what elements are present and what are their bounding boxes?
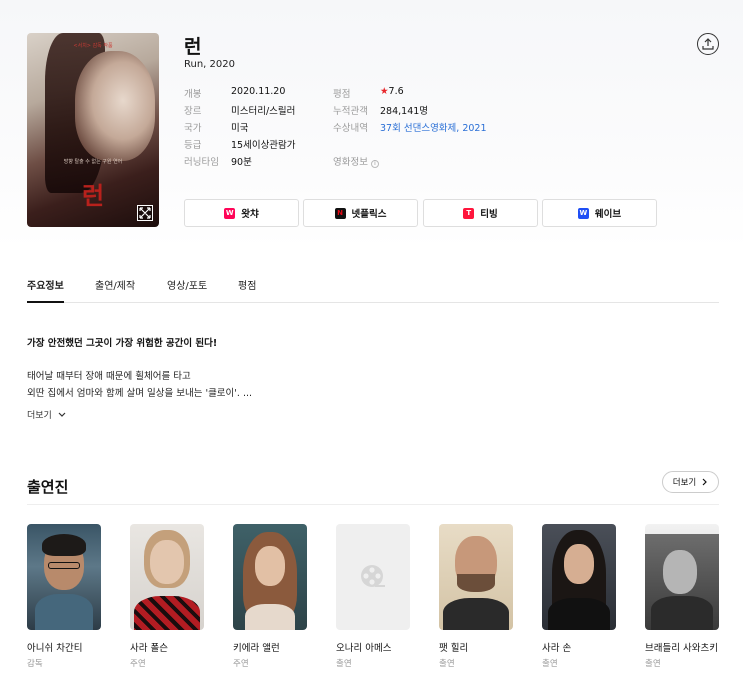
ott-label: 웨이브: [594, 209, 622, 220]
movie-info-label: 영화정보: [333, 157, 368, 168]
movie-subtitle: Run, 2020: [184, 59, 235, 70]
info-label-audience: 누적관객: [333, 106, 368, 117]
cast-name: 브래들리 사와츠키: [645, 643, 718, 654]
cast-photo: [542, 524, 616, 630]
cast-photo: [130, 524, 204, 630]
cast-photo: [233, 524, 307, 630]
cast-card[interactable]: 사라 손 출연: [542, 524, 616, 669]
tab-video-photo[interactable]: 영상/포토: [167, 277, 207, 303]
ott-button-tving[interactable]: T 티빙: [423, 199, 538, 227]
tab-main-info[interactable]: 주요정보: [27, 277, 64, 303]
chevron-right-icon: [702, 478, 708, 486]
cast-card[interactable]: 아니쉬 차간티 감독: [27, 524, 101, 669]
watcha-icon: W: [224, 207, 236, 219]
info-value-audience: 284,141명: [380, 106, 429, 117]
info-left: 개봉 2020.11.20 장르 미스터리/스릴러 국가 미국 등급 15세이상…: [184, 86, 324, 176]
poster-figure-face: [75, 51, 155, 161]
info-value-release: 2020.11.20: [231, 86, 286, 97]
cast-card[interactable]: 브래들리 사와츠키 출연: [645, 524, 719, 669]
info-value-awards-link[interactable]: 37회 선댄스영화제, 2021: [380, 120, 487, 134]
poster-line: 방향 탈출 수 없는 구원 연어: [63, 159, 123, 165]
cast-name: 키에라 앨런: [233, 643, 280, 654]
info-label-country: 국가: [184, 123, 202, 134]
cast-name: 오나리 아메스: [336, 643, 392, 654]
info-value-genre: 미스터리/스릴러: [231, 106, 296, 117]
info-label-genre: 장르: [184, 106, 202, 117]
synopsis-line: 외딴 집에서 엄마와 함께 살며 일상을 보내는 '클로이'. ...: [27, 388, 253, 399]
share-icon: [702, 38, 714, 50]
cast-photo: [439, 524, 513, 630]
cast-card[interactable]: 사라 폴슨 주연: [130, 524, 204, 669]
more-label: 더보기: [672, 478, 697, 488]
movie-title: 런: [184, 36, 202, 58]
netflix-icon: N: [334, 207, 346, 219]
ott-button-watcha[interactable]: W 왓챠: [184, 199, 299, 227]
info-label-rating: 평점: [333, 89, 351, 100]
info-label-release: 개봉: [184, 89, 202, 100]
info-value-grade: 15세이상관람가: [231, 140, 296, 151]
wavve-icon: W: [577, 207, 589, 219]
cast-card[interactable]: 오나리 아메스 출연: [336, 524, 410, 669]
ott-label: 왓챠: [241, 209, 259, 220]
cast-section-title: 출연진: [27, 478, 69, 496]
cast-card[interactable]: 팻 힐리 출연: [439, 524, 513, 669]
cast-role: 출연: [542, 659, 558, 669]
share-button[interactable]: [697, 33, 719, 55]
info-value-country: 미국: [231, 123, 249, 134]
cast-role: 주연: [130, 659, 146, 669]
cast-photo: [645, 524, 719, 630]
info-value-runtime: 90분: [231, 157, 252, 168]
tving-icon: T: [463, 207, 475, 219]
cast-role: 주연: [233, 659, 249, 669]
tab-rating[interactable]: 평점: [238, 277, 256, 303]
synopsis-more-button[interactable]: 더보기: [27, 408, 66, 421]
cast-name: 아니쉬 차간티: [27, 643, 83, 654]
cast-name: 팻 힐리: [439, 643, 469, 654]
chevron-down-icon: [58, 412, 66, 417]
cast-name: 사라 손: [542, 643, 572, 654]
cast-card[interactable]: 키에라 앨런 주연: [233, 524, 307, 669]
ott-label: 넷플릭스: [351, 209, 387, 220]
cast-name: 사라 폴슨: [130, 643, 168, 654]
info-label-grade: 등급: [184, 140, 202, 151]
synopsis-headline: 가장 안전했던 그곳이 가장 위험한 공간이 된다!: [27, 338, 218, 349]
cast-role: 감독: [27, 659, 43, 669]
info-label-movie-info[interactable]: 영화정보 i: [333, 154, 379, 168]
tab-cast-crew[interactable]: 출연/제작: [95, 277, 135, 303]
star-icon: ★: [380, 86, 389, 97]
rating-number: 7.6: [388, 86, 404, 97]
cast-role: 출연: [439, 659, 455, 669]
ott-button-netflix[interactable]: N 넷플릭스: [303, 199, 418, 227]
cast-role: 출연: [336, 659, 352, 669]
info-value-rating: ★7.6: [380, 86, 404, 97]
cast-photo-placeholder: [336, 524, 410, 630]
cast-photo: [27, 524, 101, 630]
expand-icon[interactable]: [137, 205, 153, 221]
ott-button-wavve[interactable]: W 웨이브: [542, 199, 657, 227]
ott-label: 티빙: [480, 209, 498, 220]
divider: [27, 504, 719, 505]
cast-role: 출연: [645, 659, 661, 669]
cast-more-button[interactable]: 더보기: [662, 471, 719, 493]
tab-bar: 주요정보 출연/제작 영상/포토 평점: [27, 277, 719, 303]
poster-tagline: <서치> 감독 작품: [73, 43, 113, 49]
info-label-runtime: 러닝타임: [184, 157, 219, 168]
synopsis-line: 태어날 때부터 장애 때문에 휠체어를 타고: [27, 371, 191, 382]
info-icon[interactable]: i: [370, 160, 379, 168]
movie-poster[interactable]: <서치> 감독 작품 방향 탈출 수 없는 구원 연어 런: [27, 33, 159, 227]
info-label-awards: 수상내역: [333, 123, 368, 134]
info-right: 평점 ★7.6 누적관객 284,141명 수상내역 37회 선댄스영화제, 2…: [333, 86, 533, 176]
more-label: 더보기: [27, 411, 52, 421]
film-reel-icon: [361, 565, 385, 587]
